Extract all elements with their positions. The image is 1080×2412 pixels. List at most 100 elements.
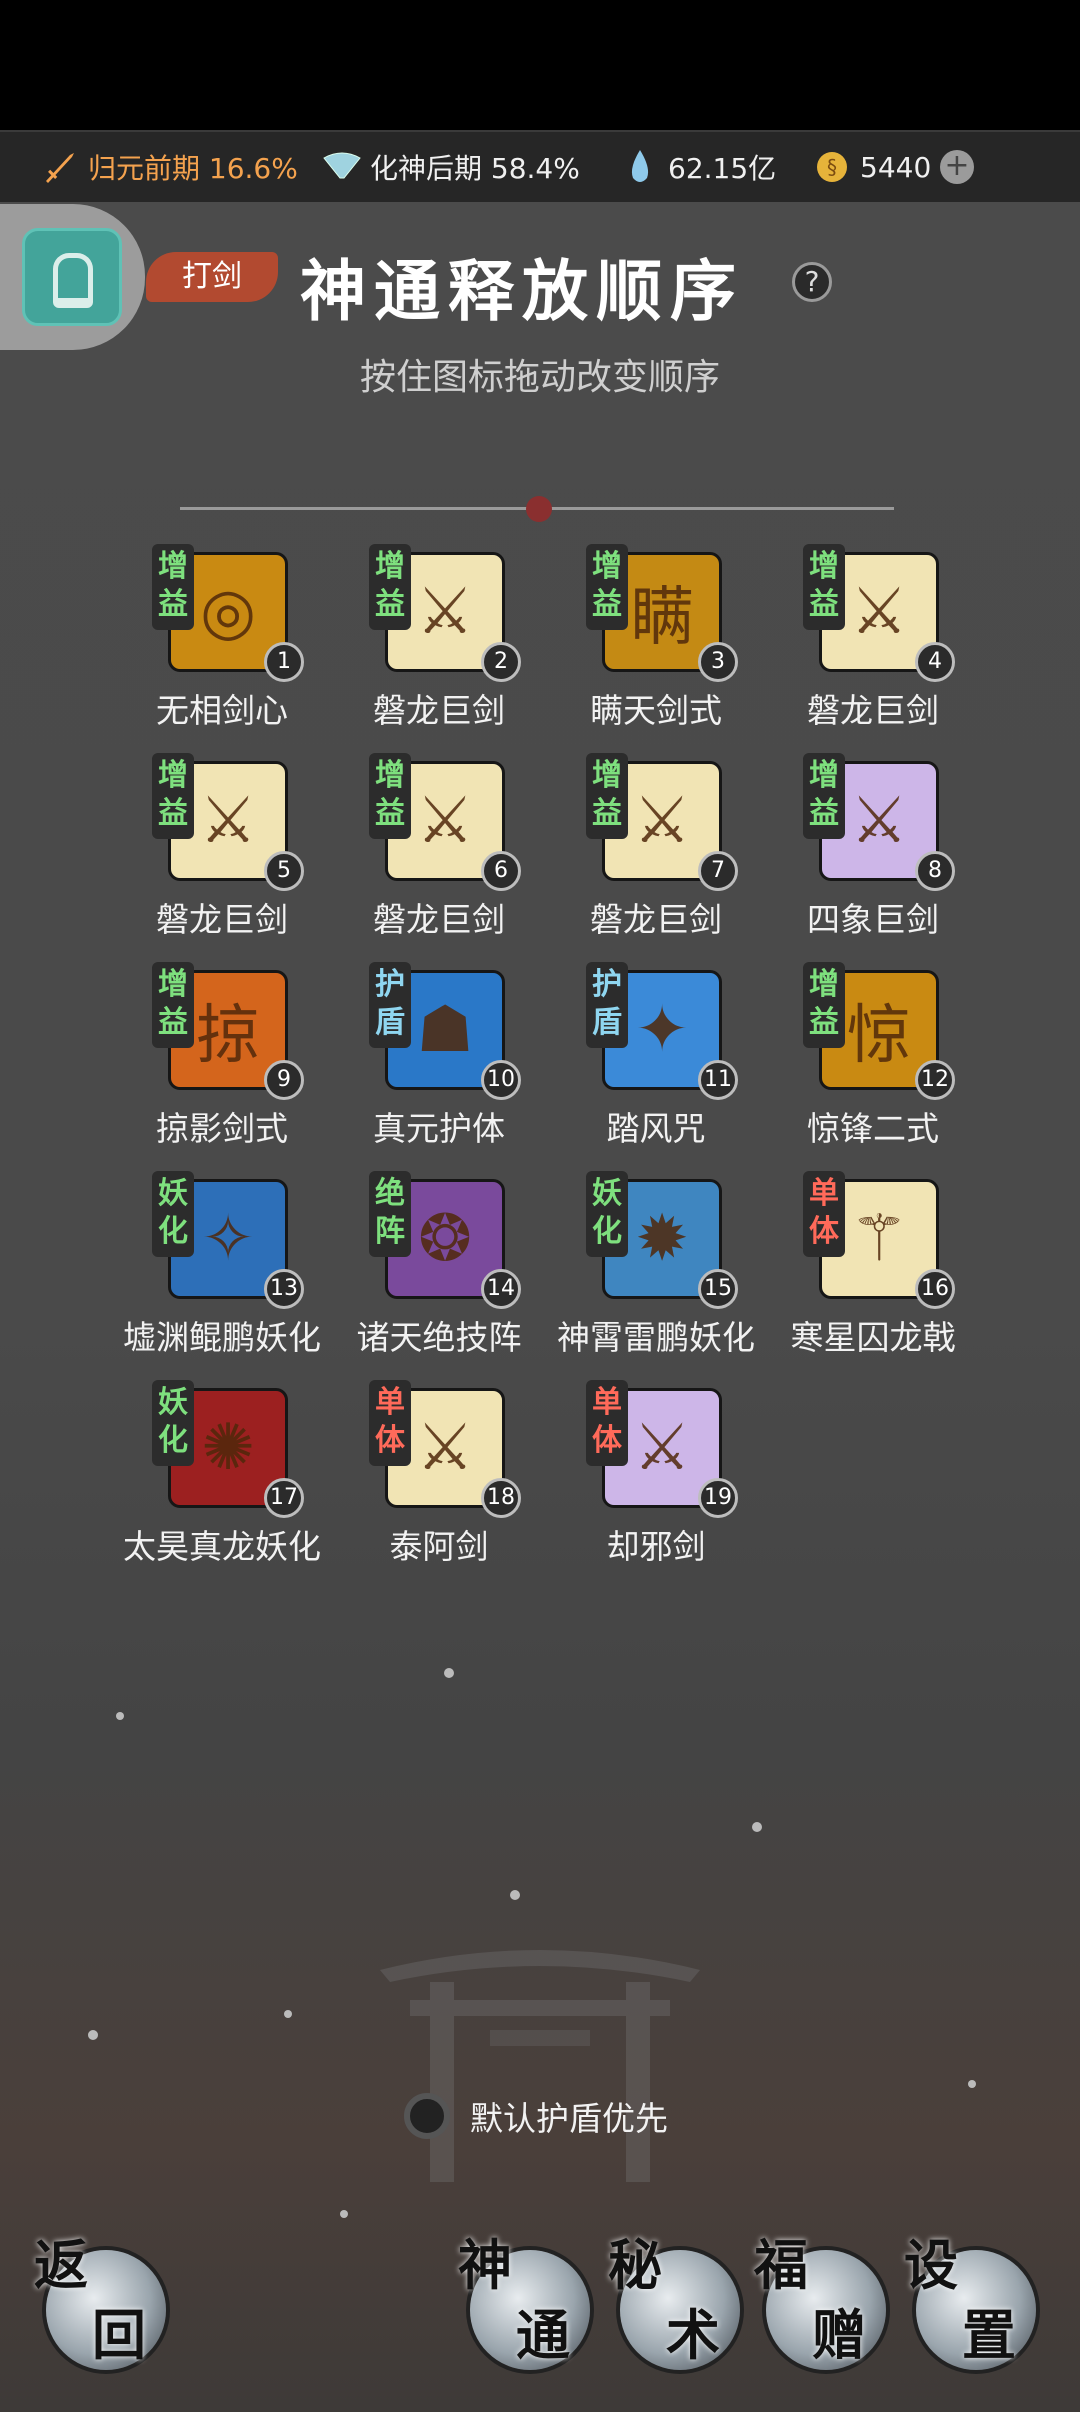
- realm-progress-1: 归元前期 16.6%: [40, 147, 298, 187]
- skill-order-number: 19: [698, 1478, 738, 1518]
- skill-slot[interactable]: ◎ 增益 1 无相剑心: [112, 544, 312, 740]
- skill-type-tag: 增益: [803, 753, 845, 839]
- divider-knob: [526, 496, 552, 522]
- skill-order-number: 8: [915, 851, 955, 891]
- skill-slot[interactable]: ⚚ 单体 16 寒星囚龙戟: [763, 1171, 963, 1367]
- gate-silhouette: [380, 1950, 700, 2182]
- skill-type-tag: 单体: [369, 1380, 411, 1466]
- skill-slot[interactable]: ⚔ 增益 5 磐龙巨剑: [112, 753, 312, 949]
- skill-type-tag: 护盾: [586, 962, 628, 1048]
- hand-pointer-icon: [22, 228, 122, 326]
- speck: [88, 2030, 98, 2040]
- skill-order-number: 16: [915, 1269, 955, 1309]
- spirit-stone-icon: [620, 147, 660, 187]
- coin-text: 5440: [860, 150, 932, 184]
- realm-progress-2: 化神后期 58.4%: [322, 147, 580, 187]
- skill-type-tag: 绝阵: [369, 1171, 411, 1257]
- skill-name: 磐龙巨剑: [807, 691, 939, 730]
- divider: [180, 496, 894, 522]
- skill-type-tag: 增益: [369, 544, 411, 630]
- skill-order-number: 1: [264, 642, 304, 682]
- skill-order-number: 4: [915, 642, 955, 682]
- skill-slot[interactable]: ⚔ 增益 6 磐龙巨剑: [329, 753, 529, 949]
- skill-slot[interactable]: ✦ 护盾 11 踏风咒: [546, 962, 746, 1158]
- skill-order-number: 7: [698, 851, 738, 891]
- skill-name: 寒星囚龙戟: [790, 1318, 956, 1357]
- add-coins-button[interactable]: +: [940, 150, 974, 184]
- skill-order-number: 6: [481, 851, 521, 891]
- skill-order-number: 5: [264, 851, 304, 891]
- skill-order-number: 9: [264, 1060, 304, 1100]
- skill-slot[interactable]: ❂ 绝阵 14 诸天绝技阵: [329, 1171, 529, 1367]
- skill-type-tag: 增益: [803, 962, 845, 1048]
- skill-type-tag: 增益: [152, 753, 194, 839]
- skill-slot[interactable]: ⚔ 增益 8 四象巨剑: [763, 753, 963, 949]
- skill-order-number: 18: [481, 1478, 521, 1518]
- realm-progress-2-text: 化神后期 58.4%: [370, 152, 580, 185]
- help-icon[interactable]: ?: [792, 262, 832, 302]
- mishu-button[interactable]: 秘 术: [608, 2238, 740, 2370]
- skill-order-number: 12: [915, 1060, 955, 1100]
- skill-name: 惊锋二式: [807, 1109, 939, 1148]
- shield-first-option[interactable]: 默认护盾优先: [404, 2092, 668, 2140]
- resource-bar: 归元前期 16.6% 化神后期 58.4% 62.15亿 § 5440 +: [0, 130, 1080, 202]
- skill-slot[interactable]: ⚔ 单体 19 却邪剑: [546, 1380, 746, 1576]
- spirit-stone-count: 62.15亿: [620, 147, 776, 187]
- speck: [284, 2010, 292, 2018]
- skill-order-number: 13: [264, 1269, 304, 1309]
- skill-slot[interactable]: 掠增益 9 掠影剑式: [112, 962, 312, 1158]
- skill-type-tag: 增益: [586, 753, 628, 839]
- shield-first-label: 默认护盾优先: [470, 2099, 668, 2138]
- status-bar: [0, 0, 1080, 130]
- skill-type-tag: 增益: [369, 753, 411, 839]
- drag-mode-button[interactable]: [0, 204, 145, 350]
- skill-slot[interactable]: ✧ 妖化 13 墟渊鲲鹏妖化: [112, 1171, 321, 1367]
- coin-count: § 5440: [812, 147, 931, 187]
- skill-name: 却邪剑: [606, 1527, 706, 1566]
- page-title: 神通释放顺序: [300, 252, 744, 330]
- skill-slot[interactable]: 瞒增益 3 瞒天剑式: [546, 544, 746, 740]
- skill-order-number: 10: [481, 1060, 521, 1100]
- shield-first-radio[interactable]: [404, 2093, 450, 2139]
- settings-button[interactable]: 设 置: [904, 2238, 1036, 2370]
- skill-type-tag: 妖化: [586, 1171, 628, 1257]
- skill-type-tag: 增益: [586, 544, 628, 630]
- skill-order-number: 3: [698, 642, 738, 682]
- skill-slot[interactable]: ✺ 妖化 17 太昊真龙妖化: [112, 1380, 321, 1576]
- speck: [752, 1822, 762, 1832]
- skill-type-tag: 单体: [803, 1171, 845, 1257]
- skill-slot[interactable]: ⚔ 增益 4 磐龙巨剑: [763, 544, 963, 740]
- fan-icon: [322, 147, 362, 187]
- skill-type-tag: 增益: [152, 962, 194, 1048]
- skill-type-tag: 增益: [803, 544, 845, 630]
- speck: [510, 1890, 520, 1900]
- skill-type-tag: 增益: [152, 544, 194, 630]
- skill-order-number: 17: [264, 1478, 304, 1518]
- sword-icon: [40, 147, 80, 187]
- skill-order-number: 2: [481, 642, 521, 682]
- skill-type-tag: 妖化: [152, 1171, 194, 1257]
- skill-type-tag: 单体: [586, 1380, 628, 1466]
- realm-progress-1-text: 归元前期 16.6%: [88, 152, 298, 185]
- skill-type-tag: 妖化: [152, 1380, 194, 1466]
- skill-order-number: 15: [698, 1269, 738, 1309]
- svg-text:§: §: [827, 155, 837, 179]
- skill-slot[interactable]: ⚔ 单体 18 泰阿剑: [329, 1380, 529, 1576]
- skill-slot[interactable]: ⚔ 增益 7 磐龙巨剑: [546, 753, 746, 949]
- skill-slot[interactable]: 惊增益 12 惊锋二式: [763, 962, 963, 1158]
- speck: [340, 2210, 348, 2218]
- speck: [116, 1712, 124, 1720]
- speck: [444, 1668, 454, 1678]
- page-subtitle: 按住图标拖动改变顺序: [359, 357, 720, 398]
- skill-slot[interactable]: ☗ 护盾 10 真元护体: [329, 962, 529, 1158]
- spirit-stone-text: 62.15亿: [668, 152, 777, 185]
- mode-tag: 打剑: [146, 252, 278, 302]
- skill-slot[interactable]: ✹ 妖化 15 神霄雷鹏妖化: [546, 1171, 755, 1367]
- skill-slot[interactable]: ⚔ 增益 2 磐龙巨剑: [329, 544, 529, 740]
- skill-order-number: 14: [481, 1269, 521, 1309]
- speck: [968, 2080, 976, 2088]
- shentong-button[interactable]: 神 通: [458, 2238, 590, 2370]
- skill-type-tag: 护盾: [369, 962, 411, 1048]
- back-button[interactable]: 返 回: [34, 2238, 166, 2370]
- fuzeng-button[interactable]: 福 赠: [754, 2238, 886, 2370]
